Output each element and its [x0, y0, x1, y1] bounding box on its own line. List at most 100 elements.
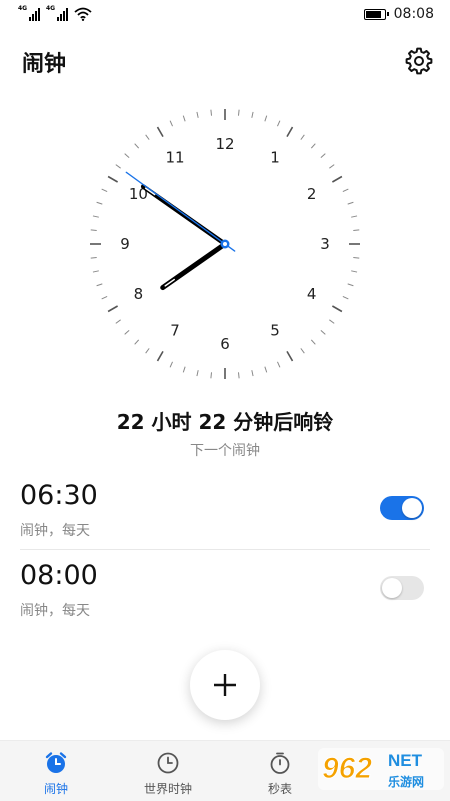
- minute-tick: [124, 329, 130, 335]
- minute-tick: [251, 111, 254, 118]
- clock-numeral: 1: [270, 148, 280, 166]
- minute-tick: [169, 120, 173, 127]
- status-icons-right: 08:08: [363, 6, 434, 22]
- minute-tick: [347, 201, 354, 205]
- clock-numeral: 11: [165, 148, 184, 166]
- minute-tick: [310, 339, 316, 345]
- minute-tick: [353, 256, 360, 259]
- alarm-toggle[interactable]: [380, 496, 424, 520]
- svg-text:962: 962: [322, 752, 372, 785]
- clock-numeral: 4: [307, 285, 317, 303]
- minute-tick: [134, 143, 140, 149]
- page-title: 闹钟: [22, 52, 67, 77]
- minute-tick: [145, 134, 150, 140]
- minute-tick: [90, 256, 97, 259]
- minute-tick: [237, 372, 240, 379]
- minute-tick: [342, 296, 349, 300]
- clock-numeral: 2: [307, 185, 317, 203]
- minute-tick: [196, 370, 199, 377]
- analog-clock: 121234567891011: [90, 109, 360, 379]
- status-bar: 4G 4G 08:08: [0, 0, 450, 30]
- next-alarm-label: 下一个闹钟: [190, 443, 260, 459]
- hour-tick: [331, 305, 343, 313]
- watermark-logo: 962 NET 乐游网: [318, 748, 444, 790]
- minute-tick: [310, 143, 316, 149]
- minute-tick: [182, 366, 186, 373]
- minute-tick: [210, 109, 213, 116]
- minute-tick: [101, 188, 108, 192]
- clock-numeral: 3: [320, 235, 330, 253]
- minute-tick: [145, 348, 150, 354]
- alarm-toggle[interactable]: [380, 576, 424, 600]
- hour-tick: [107, 175, 119, 183]
- clock-numeral: 6: [220, 335, 230, 353]
- minute-tick: [353, 229, 360, 232]
- battery-icon: [363, 8, 389, 20]
- tab-alarm[interactable]: 闹钟: [0, 741, 112, 801]
- hour-tick: [286, 350, 294, 362]
- hour-tick: [286, 126, 294, 138]
- clock-icon: [157, 752, 179, 774]
- tab-label: 世界时钟: [143, 782, 192, 796]
- minute-tick: [320, 153, 326, 159]
- minute-tick: [251, 370, 254, 377]
- stopwatch-icon: [270, 752, 290, 774]
- minute-tick: [115, 164, 121, 169]
- minute-tick: [300, 348, 305, 354]
- minute-tick: [101, 296, 108, 300]
- alarm-clock-icon: [45, 752, 67, 773]
- minute-tick: [96, 201, 103, 205]
- hour-tick: [156, 126, 164, 138]
- add-alarm-button[interactable]: [190, 650, 260, 720]
- status-icons-left: 4G 4G: [18, 5, 92, 21]
- network-type-label: 4G: [46, 5, 56, 12]
- minute-tick: [196, 111, 199, 118]
- minute-tick: [237, 109, 240, 116]
- minute-tick: [329, 164, 335, 169]
- minute-tick: [351, 215, 358, 218]
- minute-tick: [90, 229, 97, 232]
- clock-numeral: 8: [134, 285, 144, 303]
- alarm-item[interactable]: 08:00 闹钟，每天: [20, 548, 430, 628]
- minute-tick: [92, 215, 99, 218]
- gear-icon[interactable]: [404, 46, 434, 76]
- signal-icon: 4G: [18, 5, 40, 21]
- svg-text:乐游网: 乐游网: [388, 774, 424, 789]
- next-alarm-countdown: 22 小时 22 分钟后响铃: [116, 410, 334, 434]
- tab-world-clock[interactable]: 世界时钟: [112, 741, 224, 801]
- clock-center-dot: [223, 242, 227, 246]
- minute-tick: [264, 366, 268, 373]
- minute-tick: [134, 339, 140, 345]
- tab-label: 闹钟: [43, 782, 68, 796]
- minute-tick: [277, 361, 281, 368]
- toggle-knob: [402, 498, 422, 518]
- minute-tick: [277, 120, 281, 127]
- clock-numeral: 7: [170, 322, 180, 340]
- minute-tick: [169, 361, 173, 368]
- alarm-item[interactable]: 06:30 闹钟，每天: [20, 468, 430, 548]
- network-type-label: 4G: [18, 5, 28, 12]
- status-time: 08:08: [393, 6, 434, 22]
- minute-tick: [320, 329, 326, 335]
- clock-numeral: 9: [120, 235, 130, 253]
- wifi-icon: [74, 7, 92, 21]
- minute-tick: [329, 319, 335, 324]
- minute-tick: [300, 134, 305, 140]
- second-hand: [125, 171, 236, 252]
- minute-tick: [342, 188, 349, 192]
- minute-tick: [347, 283, 354, 287]
- svg-text:NET: NET: [388, 751, 423, 770]
- alarm-time: 06:30: [20, 480, 98, 511]
- minute-tick: [115, 319, 121, 324]
- minute-tick: [264, 115, 268, 122]
- hour-tick: [156, 350, 164, 362]
- alarm-detail: 闹钟，每天: [20, 523, 90, 539]
- alarm-detail: 闹钟，每天: [20, 603, 90, 619]
- clock-numeral: 12: [215, 135, 234, 153]
- minute-tick: [96, 283, 103, 287]
- minute-tick: [124, 153, 130, 159]
- minute-tick: [210, 372, 213, 379]
- minute-tick: [182, 115, 186, 122]
- hour-tick: [107, 305, 119, 313]
- plus-icon: [214, 674, 236, 696]
